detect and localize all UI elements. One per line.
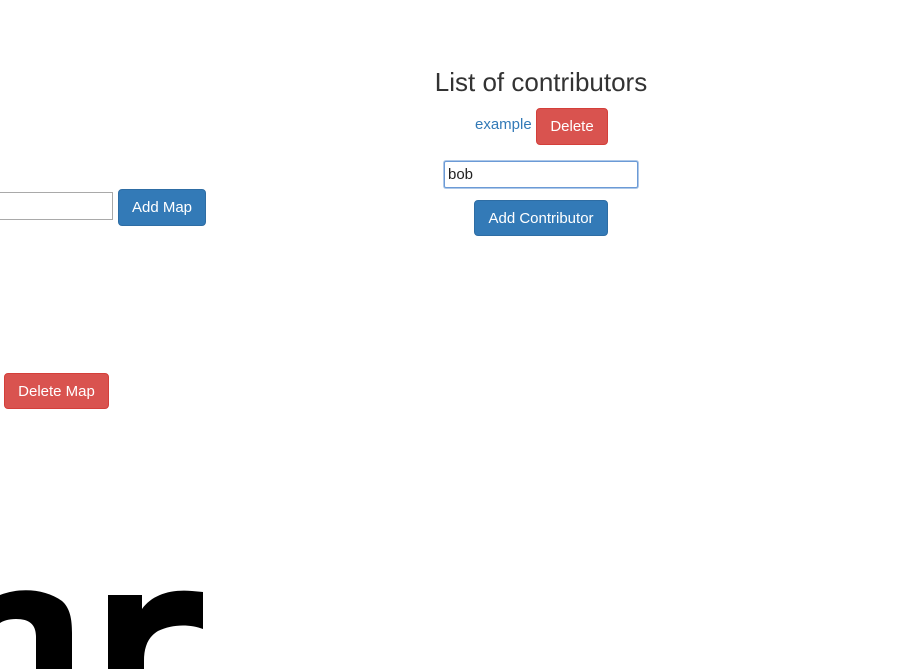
contributor-name-input[interactable] [444,161,638,188]
contributor-link[interactable]: example [475,116,532,134]
page: Add Map Delete Map List of contributors … [0,0,897,669]
delete-contributor-button[interactable]: Delete [536,108,608,145]
logo-graphic [0,579,203,669]
delete-map-button[interactable]: Delete Map [4,373,109,409]
map-name-input[interactable] [0,192,113,220]
add-map-button[interactable]: Add Map [118,189,206,226]
add-contributor-button[interactable]: Add Contributor [474,200,608,236]
logo-icon [0,579,203,669]
contributors-title: List of contributors [434,67,648,97]
